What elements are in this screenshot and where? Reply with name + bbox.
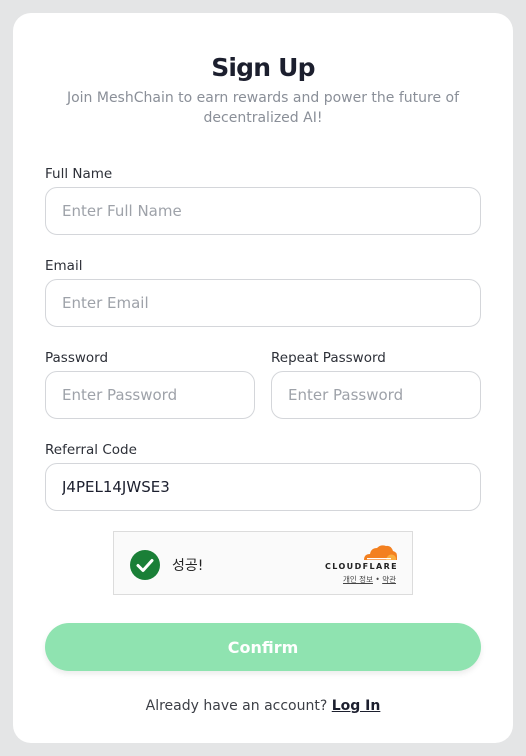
full-name-label: Full Name <box>45 166 113 182</box>
password-input[interactable] <box>45 371 255 419</box>
checkmark-icon <box>130 550 160 580</box>
login-prompt-text: Already have an account? <box>145 698 328 714</box>
confirm-button[interactable]: Confirm <box>45 623 481 671</box>
repeat-password-label: Repeat Password <box>271 350 386 366</box>
page-title: Sign Up <box>211 53 315 82</box>
email-label: Email <box>45 258 83 274</box>
referral-code-label: Referral Code <box>45 442 137 458</box>
privacy-link[interactable]: 개인 정보 <box>343 575 373 584</box>
signup-card: Sign Up Join MeshChain to earn rewards a… <box>13 13 513 743</box>
page-subtitle: Join MeshChain to earn rewards and power… <box>66 90 460 126</box>
cloudflare-wordmark: CLOUDFLARE <box>325 562 398 571</box>
password-label: Password <box>45 350 109 366</box>
captcha-widget[interactable]: 성공! CLOUDFLARE 개인 정보 • 약관 <box>113 531 413 595</box>
login-link[interactable]: Log In <box>332 698 381 714</box>
terms-link[interactable]: 약관 <box>382 575 396 584</box>
referral-code-input[interactable] <box>45 463 481 511</box>
repeat-password-input[interactable] <box>271 371 481 419</box>
full-name-input[interactable] <box>45 187 481 235</box>
captcha-status: 성공! <box>172 558 204 574</box>
email-input[interactable] <box>45 279 481 327</box>
login-prompt: Already have an account? Log In <box>13 698 513 714</box>
captcha-links: 개인 정보 • 약관 <box>343 574 396 585</box>
link-separator: • <box>375 575 380 584</box>
